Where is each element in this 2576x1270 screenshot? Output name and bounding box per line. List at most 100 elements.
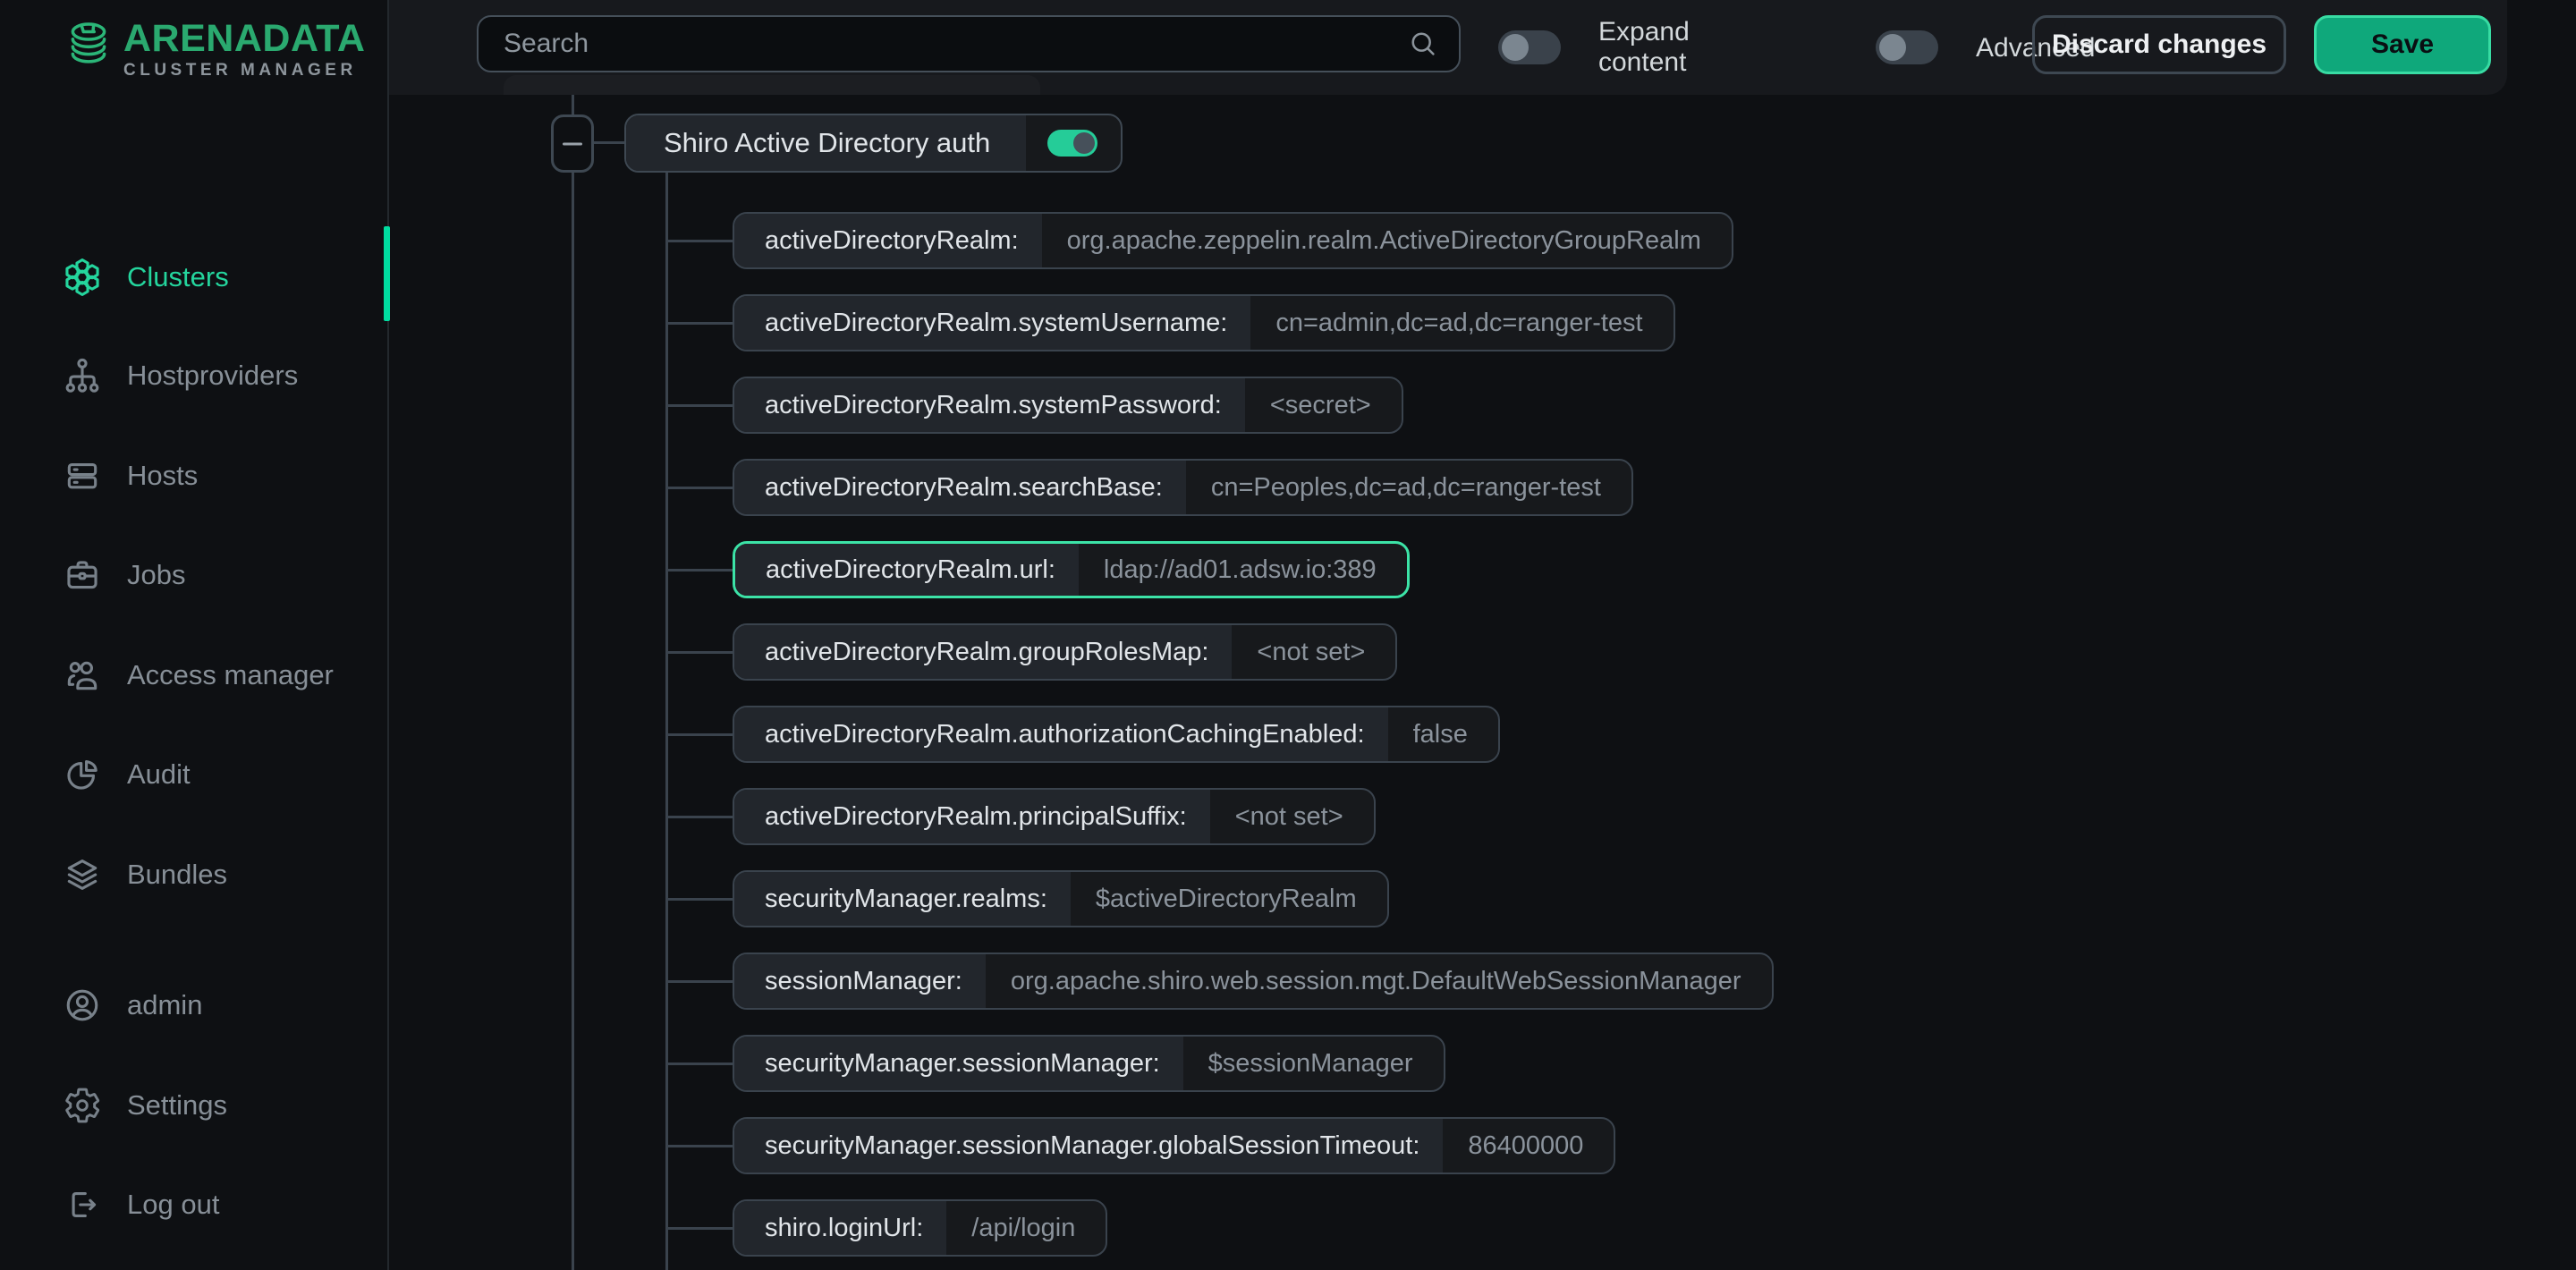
- config-field-value: ldap://ad01.adsw.io:389: [1079, 544, 1407, 596]
- config-field-value: <not set>: [1210, 790, 1374, 843]
- group-shiro-active-directory-auth[interactable]: Shiro Active Directory auth: [624, 114, 1123, 173]
- config-field-value: $sessionManager: [1183, 1037, 1444, 1090]
- tree-line: [665, 322, 733, 325]
- tree-line: [665, 816, 733, 818]
- config-field-row[interactable]: activeDirectoryRealm.systemUsername: cn=…: [733, 294, 1675, 351]
- brand-name: ARENADATA: [123, 18, 365, 59]
- sidebar-item-log-out[interactable]: Log out: [0, 1176, 387, 1233]
- sidebar-item-admin[interactable]: admin: [0, 977, 387, 1034]
- group-toggle-wrap: [1026, 115, 1121, 171]
- config-field-row[interactable]: activeDirectoryRealm.searchBase: cn=Peop…: [733, 459, 1633, 516]
- hosts-icon: [63, 456, 102, 495]
- sidebar-item-settings[interactable]: Settings: [0, 1077, 387, 1134]
- arenadata-cluster-manager-app: ARENADATA CLUSTER MANAGER Clusters Hostp…: [0, 0, 2576, 1270]
- tree-line: [665, 898, 733, 901]
- sidebar: ARENADATA CLUSTER MANAGER Clusters Hostp…: [0, 0, 387, 1270]
- config-field-name: activeDirectoryRealm.principalSuffix:: [734, 790, 1210, 843]
- expand-content-toggle[interactable]: [1498, 30, 1561, 64]
- advanced-toggle[interactable]: [1876, 30, 1938, 64]
- tree-line: [665, 404, 733, 407]
- group-label: Shiro Active Directory auth: [664, 127, 990, 159]
- active-nav-indicator: [384, 226, 390, 321]
- minus-icon: [563, 142, 582, 145]
- config-field-row[interactable]: securityManager.realms: $activeDirectory…: [733, 870, 1389, 927]
- tree-line: [665, 733, 733, 736]
- search-icon: [1407, 28, 1439, 60]
- tree-line: [665, 487, 733, 489]
- config-field-value: <secret>: [1245, 378, 1402, 432]
- bundles-icon: [63, 855, 102, 894]
- tree-trunk-inner: [665, 173, 668, 1270]
- search-input[interactable]: [479, 29, 1407, 59]
- tree-line: [665, 1063, 733, 1065]
- config-field-value: /api/login: [946, 1201, 1106, 1255]
- config-field-value: org.apache.shiro.web.session.mgt.Default…: [986, 954, 1772, 1008]
- sidebar-divider: [387, 0, 389, 1270]
- tree-line: [594, 141, 624, 144]
- config-field-value: <not set>: [1232, 625, 1395, 679]
- config-field-row[interactable]: activeDirectoryRealm.systemPassword: <se…: [733, 377, 1403, 434]
- jobs-icon: [63, 555, 102, 595]
- config-field-name: activeDirectoryRealm.systemPassword:: [734, 378, 1245, 432]
- config-field-value: 86400000: [1443, 1119, 1614, 1173]
- tree-line: [572, 95, 574, 114]
- config-field-row[interactable]: activeDirectoryRealm.principalSuffix: <n…: [733, 788, 1376, 845]
- config-field-row[interactable]: activeDirectoryRealm: org.apache.zeppeli…: [733, 212, 1733, 269]
- group-enabled-toggle[interactable]: [1047, 130, 1097, 157]
- arenadata-logo-icon: [63, 18, 114, 70]
- tree-line: [665, 240, 733, 242]
- config-field-name: activeDirectoryRealm.searchBase:: [734, 461, 1186, 514]
- collapse-group-button[interactable]: [551, 114, 594, 173]
- config-field-row[interactable]: securityManager.sessionManager.globalSes…: [733, 1117, 1615, 1174]
- sidebar-item-jobs[interactable]: Jobs: [0, 546, 387, 604]
- config-field-name: securityManager.sessionManager.globalSes…: [734, 1119, 1443, 1173]
- config-field-name: activeDirectoryRealm:: [734, 214, 1042, 267]
- tree-line: [665, 1227, 733, 1230]
- config-field-value: cn=Peoples,dc=ad,dc=ranger-test: [1186, 461, 1631, 514]
- hostproviders-icon: [63, 356, 102, 395]
- expand-content-label: Expand content: [1598, 17, 1733, 78]
- config-field-row[interactable]: securityManager.sessionManager: $session…: [733, 1035, 1445, 1092]
- config-field-row[interactable]: activeDirectoryRealm.url: ldap://ad01.ad…: [733, 541, 1410, 598]
- config-field-name: securityManager.realms:: [734, 872, 1071, 926]
- top-toolbar: Expand content Advanced Discard changes …: [389, 0, 2507, 95]
- group-label-wrap: Shiro Active Directory auth: [626, 115, 1026, 171]
- user-icon: [63, 986, 102, 1025]
- scrolled-content-remnant: [504, 75, 1040, 95]
- config-field-value: false: [1388, 707, 1498, 761]
- tree-line: [665, 980, 733, 983]
- config-field-value: $activeDirectoryRealm: [1071, 872, 1387, 926]
- brand-subtitle: CLUSTER MANAGER: [123, 61, 365, 80]
- config-field-name: securityManager.sessionManager:: [734, 1037, 1183, 1090]
- sidebar-item-hosts[interactable]: Hosts: [0, 447, 387, 504]
- clusters-icon: [63, 258, 102, 297]
- config-field-name: shiro.loginUrl:: [734, 1201, 946, 1255]
- config-field-name: sessionManager:: [734, 954, 986, 1008]
- config-field-row[interactable]: activeDirectoryRealm.authorizationCachin…: [733, 706, 1500, 763]
- sidebar-item-access-manager[interactable]: Access manager: [0, 647, 387, 704]
- save-button[interactable]: Save: [2314, 15, 2491, 74]
- sidebar-item-hostproviders[interactable]: Hostproviders: [0, 347, 387, 404]
- config-field-name: activeDirectoryRealm.authorizationCachin…: [734, 707, 1388, 761]
- sidebar-item-audit[interactable]: Audit: [0, 746, 387, 803]
- audit-icon: [63, 755, 102, 794]
- gear-icon: [63, 1086, 102, 1125]
- toggle-knob: [1073, 132, 1095, 154]
- config-field-value: cn=admin,dc=ad,dc=ranger-test: [1250, 296, 1673, 350]
- tree-line: [665, 569, 733, 572]
- search-box: [477, 15, 1461, 72]
- config-field-name: activeDirectoryRealm.groupRolesMap:: [734, 625, 1232, 679]
- config-field-row[interactable]: sessionManager: org.apache.shiro.web.ses…: [733, 952, 1774, 1010]
- logout-icon: [63, 1185, 102, 1224]
- config-field-name: activeDirectoryRealm.systemUsername:: [734, 296, 1250, 350]
- sidebar-item-clusters[interactable]: Clusters: [0, 249, 387, 306]
- config-field-row[interactable]: shiro.loginUrl: /api/login: [733, 1199, 1107, 1257]
- app-logo: ARENADATA CLUSTER MANAGER: [63, 18, 365, 80]
- config-field-row[interactable]: activeDirectoryRealm.groupRolesMap: <not…: [733, 623, 1397, 681]
- sidebar-item-bundles[interactable]: Bundles: [0, 846, 387, 903]
- config-field-value: org.apache.zeppelin.realm.ActiveDirector…: [1042, 214, 1732, 267]
- config-field-name: activeDirectoryRealm.url:: [735, 544, 1079, 596]
- toggle-knob: [1502, 34, 1529, 61]
- discard-changes-button[interactable]: Discard changes: [2032, 15, 2286, 74]
- tree-line: [665, 1145, 733, 1147]
